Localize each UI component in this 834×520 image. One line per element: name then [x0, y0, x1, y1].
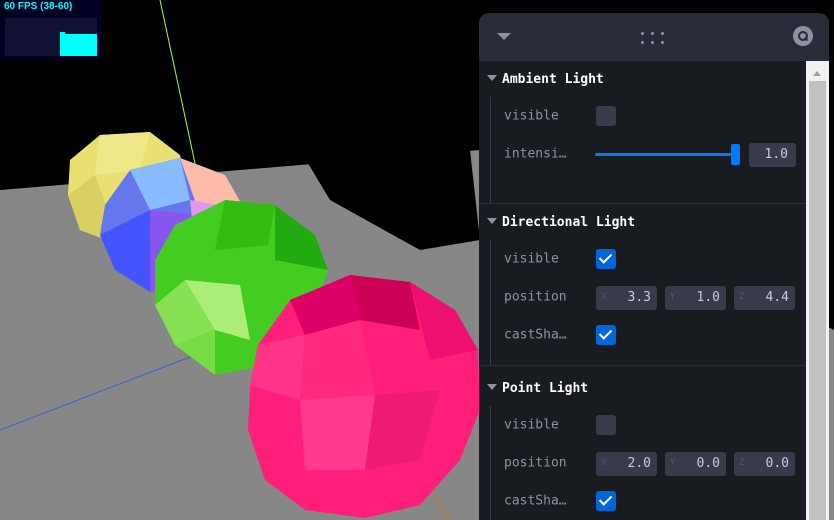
axis-value: 1.0: [696, 290, 720, 305]
chevron-down-icon: [487, 75, 497, 81]
control-row-position: position X 2.0 Y 0.0 Z 0.0: [491, 444, 806, 482]
panel-content: Ambient Light visible intensity 1.0 Dire…: [479, 61, 806, 520]
folder-header-ambient-light[interactable]: Ambient Light: [479, 61, 806, 97]
chevron-down-icon[interactable]: [497, 33, 511, 40]
drag-handle-icon[interactable]: [639, 30, 667, 46]
folder-header-directional-light[interactable]: Directional Light: [479, 204, 806, 240]
panel-scrollbar[interactable]: [806, 61, 829, 520]
folder-body: visible intensity 1.0: [490, 97, 806, 203]
axis-value: 4.4: [765, 290, 789, 305]
control-label: castShadow: [504, 327, 574, 343]
axis-label: Y: [670, 292, 676, 302]
folder-title: Point Light: [502, 381, 589, 396]
axis-value: 3.3: [627, 290, 651, 305]
control-row-castshadow: castShadow: [491, 316, 806, 354]
folder-point-light: Point Light visible position X 2.0 Y 0.0: [479, 370, 806, 520]
folder-ambient-light: Ambient Light visible intensity 1.0: [479, 61, 806, 204]
chevron-down-icon: [487, 218, 497, 224]
axis-label: Z: [739, 458, 745, 468]
control-label: castShadow: [504, 493, 574, 509]
scrollbar-thumb[interactable]: [809, 81, 826, 520]
panel-titlebar[interactable]: [479, 13, 829, 61]
control-label: position: [504, 289, 567, 305]
fps-graph-bar: [60, 34, 97, 56]
control-row-visible: visible: [491, 406, 806, 444]
position-y-input[interactable]: Y 1.0: [665, 286, 726, 310]
fps-meter[interactable]: 60 FPS (38-60): [0, 0, 102, 60]
slider-thumb[interactable]: [731, 144, 740, 165]
axis-label: X: [601, 458, 607, 468]
axis-label: X: [601, 292, 607, 302]
folder-title: Ambient Light: [502, 72, 604, 87]
visible-checkbox[interactable]: [596, 106, 616, 126]
position-z-input[interactable]: Z 0.0: [734, 452, 795, 476]
folder-title: Directional Light: [502, 215, 636, 230]
slider-fill: [595, 153, 736, 156]
control-row-intensity: intensity 1.0: [491, 135, 806, 173]
control-row-castshadow: castShadow: [491, 482, 806, 520]
folder-directional-light: Directional Light visible position X 3.3…: [479, 204, 806, 366]
axis-value: 0.0: [765, 456, 789, 471]
controls-panel: Ambient Light visible intensity 1.0 Dire…: [479, 13, 829, 520]
visible-checkbox[interactable]: [596, 415, 616, 435]
intensity-input[interactable]: 1.0: [749, 143, 796, 167]
control-label: visible: [504, 417, 559, 433]
chevron-down-icon: [487, 384, 497, 390]
folder-header-point-light[interactable]: Point Light: [479, 370, 806, 406]
folder-body: visible position X 2.0 Y 0.0 Z 0.0 castS…: [490, 406, 806, 520]
control-label: intensity: [504, 146, 574, 162]
control-label: visible: [504, 251, 559, 267]
control-label: visible: [504, 108, 559, 124]
search-icon[interactable]: [793, 26, 813, 46]
intensity-slider[interactable]: [595, 144, 740, 165]
control-row-visible: visible: [491, 97, 806, 135]
folder-body: visible position X 3.3 Y 1.0 Z 4.4 castS…: [490, 240, 806, 365]
position-x-input[interactable]: X 3.3: [596, 286, 657, 310]
castshadow-checkbox[interactable]: [596, 491, 616, 511]
axis-value: 2.0: [627, 456, 651, 471]
position-y-input[interactable]: Y 0.0: [665, 452, 726, 476]
fps-label: 60 FPS (38-60): [4, 1, 73, 12]
axis-label: Z: [739, 292, 745, 302]
control-row-visible: visible: [491, 240, 806, 278]
control-label: position: [504, 455, 567, 471]
axis-value: 0.0: [696, 456, 720, 471]
position-z-input[interactable]: Z 4.4: [734, 286, 795, 310]
castshadow-checkbox[interactable]: [596, 325, 616, 345]
visible-checkbox[interactable]: [596, 249, 616, 269]
fps-graph: [5, 18, 97, 56]
control-row-position: position X 3.3 Y 1.0 Z 4.4: [491, 278, 806, 316]
position-x-input[interactable]: X 2.0: [596, 452, 657, 476]
axis-label: Y: [670, 458, 676, 468]
scroll-up-arrow-icon[interactable]: [813, 71, 821, 76]
